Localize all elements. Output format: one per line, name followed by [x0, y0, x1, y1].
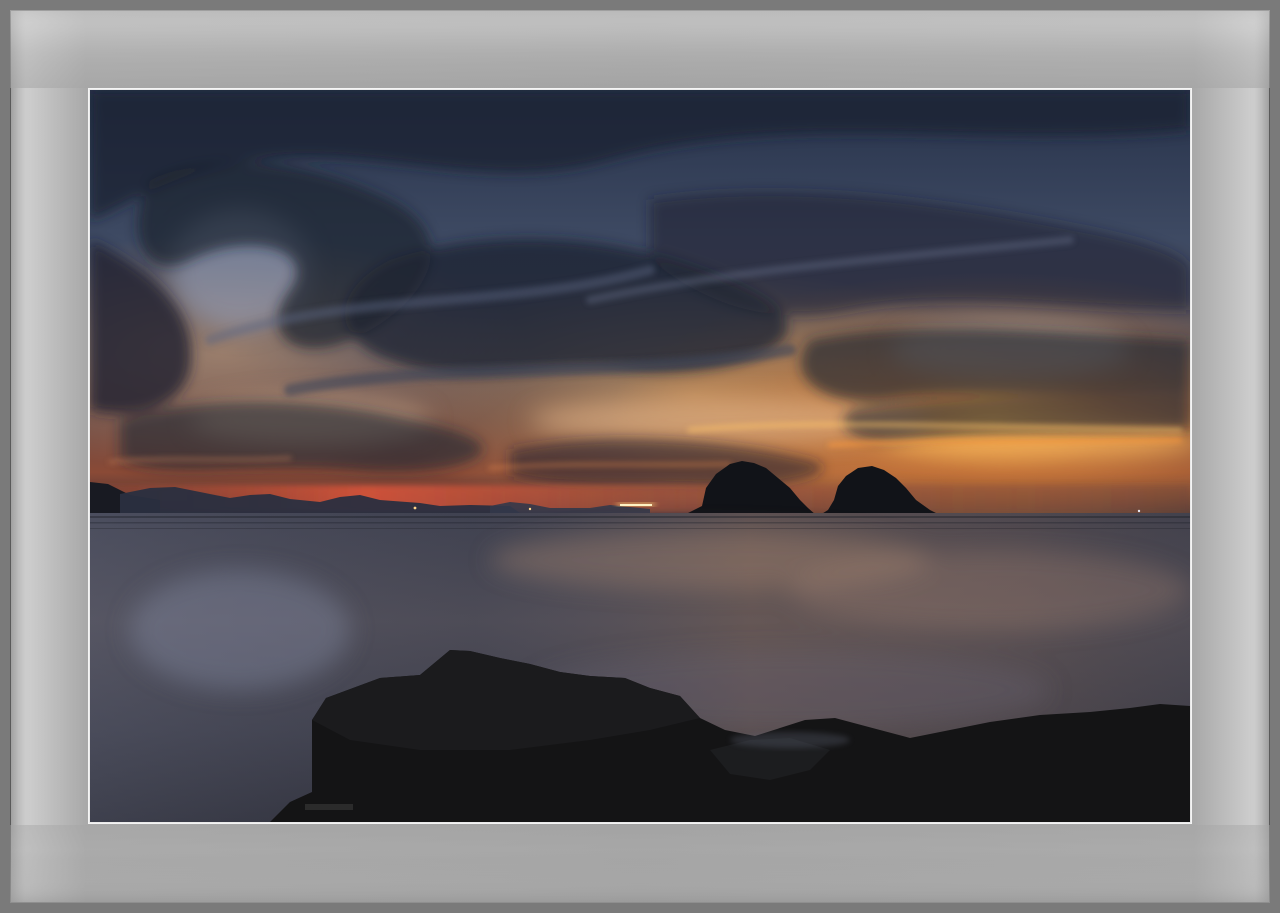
photo-canvas	[90, 90, 1190, 822]
wave-foam	[730, 732, 850, 748]
mat-bottom-sheen	[10, 825, 1270, 903]
shore-stone	[305, 804, 353, 810]
sunset-photo	[90, 90, 1190, 822]
mat-top-sheen	[10, 10, 1270, 88]
